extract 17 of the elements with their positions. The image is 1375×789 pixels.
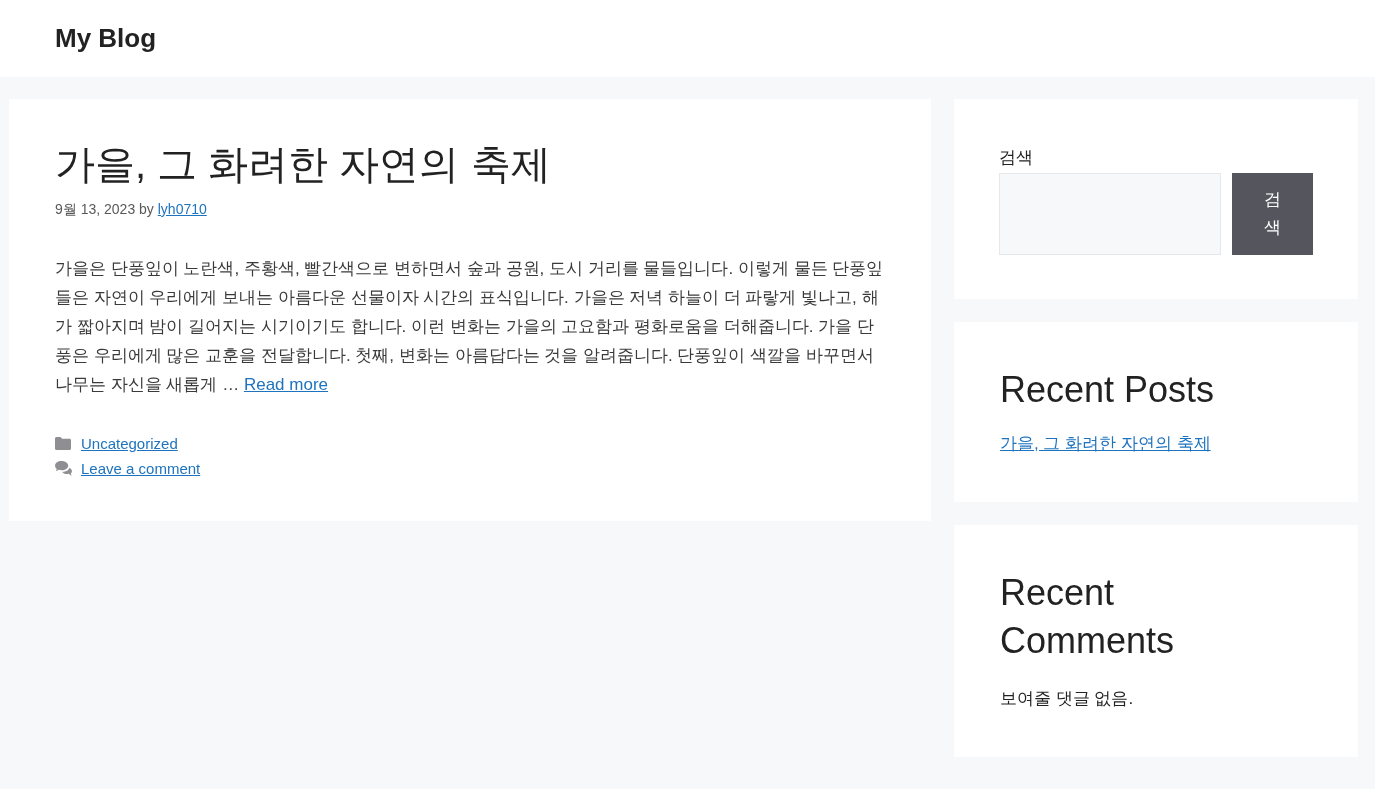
speech-bubbles-icon [55,461,72,476]
search-label: 검색 [999,147,1034,169]
author-link[interactable]: lyh0710 [157,201,207,217]
read-more-link[interactable]: Read more [243,375,328,394]
no-comments-text: 보여줄 댓글 없음. [1000,688,1135,710]
category-link[interactable]: Uncategorized [81,433,178,454]
post-meta: 9월 13, 2023 by lyh0710 [55,200,208,219]
widget-title: Recent Comments [1000,571,1176,663]
comment-link[interactable]: Leave a comment [81,458,201,479]
site-title[interactable]: My Blog [55,19,157,58]
post-title[interactable]: 가을, 그 화려한 자연의 축제 [55,139,885,189]
search-button[interactable]: 검색 [1232,173,1313,255]
widget-title: Recent Posts [1000,368,1216,412]
folder-icon [55,437,71,450]
post-excerpt: 가을은 단풍잎이 노란색, 주황색, 빨간색으로 변하면서 숲과 공원, 도시 거리를 물들입니다. 이렇게 물든 단풍잎들은 자연이 우리에게 보내는 아름다운 선물이자 시간의 표식입니다. 가을은 저녁 하늘이 더 파랗게 빛나고, 해가 짧아지며 밤이 길어지는 시기이기도 합니다. 이런 변화는 가을의 고요함과 평화로움을 더해줍니다. 가을 단풍은 우리에게 많은 교훈을 전달합니다. 첫째, 변화는 아름답다는 것을 알려줍니다. 단풍잎이 색깔을 바꾸면서 나무는 자신을 새롭게 … Read more [55,258,885,396]
recent-post-link[interactable]: 가을, 그 화려한 자연의 축제 [1000,434,1211,453]
search-field[interactable] [999,173,1222,255]
